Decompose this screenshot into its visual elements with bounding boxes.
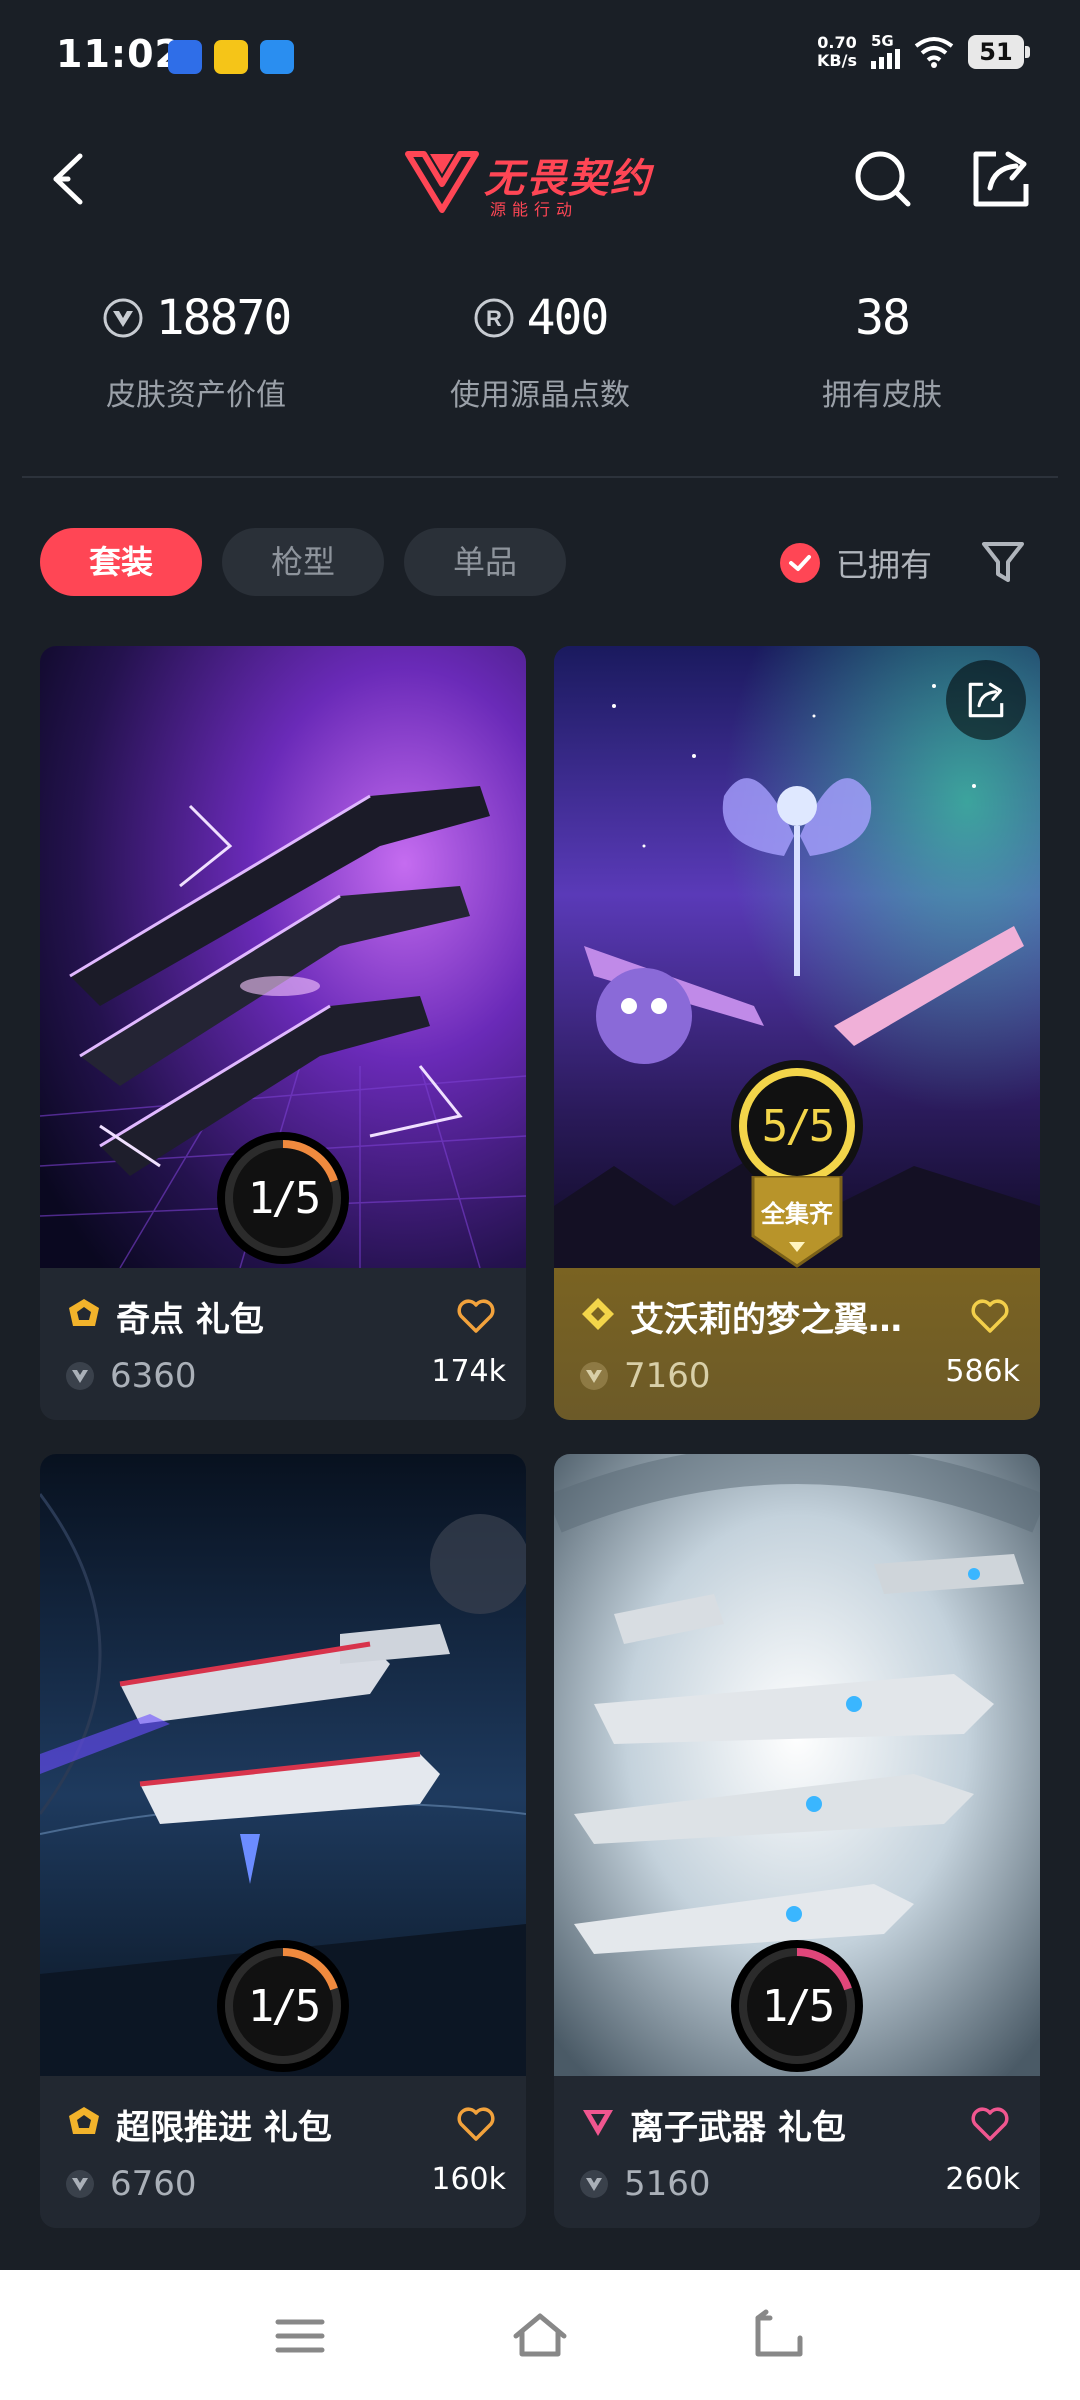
notification-icons [168, 40, 294, 74]
asset-stats: 18870 皮肤资产价值 R 400 使用源晶点数 38 拥有皮肤 [0, 280, 1080, 430]
tab-single-items[interactable]: 单品 [404, 528, 566, 596]
progress-text: 1/5 [247, 1980, 322, 2032]
share-icon[interactable] [966, 144, 1036, 214]
price-value: 6360 [110, 1356, 197, 1396]
menu-icon[interactable] [270, 2308, 330, 2364]
owned-label: 已拥有 [836, 546, 933, 584]
like-count: 586k [945, 1354, 1020, 1389]
heart-icon[interactable] [456, 2106, 496, 2142]
category-tabs: 套装 枪型 单品 [40, 528, 566, 596]
bundle-title: 艾沃莉的梦之翼… [630, 1300, 902, 1340]
net-speed-unit: KB/s [817, 51, 857, 70]
app-notification-icon [168, 40, 202, 74]
progress-text: 1/5 [761, 1980, 836, 2032]
status-bar: 11:02 0.70 KB/s 5G 51 [0, 0, 1080, 110]
progress-text: 5/5 [761, 1100, 836, 1152]
home-icon[interactable] [510, 2308, 570, 2364]
owned-toggle[interactable]: 已拥有 [780, 540, 932, 586]
price-value: 7160 [624, 1356, 711, 1396]
signal-icon: 5G [871, 32, 900, 69]
bundle-title: 离子武器 礼包 [630, 2108, 846, 2148]
heart-icon[interactable] [970, 1298, 1010, 1334]
bundle-title: 奇点 礼包 [116, 1300, 264, 1340]
search-icon[interactable] [848, 144, 918, 214]
complete-badge: 全集齐 [749, 1176, 845, 1272]
bundle-price: 6760 [64, 2164, 197, 2204]
stat-label: 皮肤资产价值 [106, 378, 286, 413]
tab-bundles[interactable]: 套装 [40, 528, 202, 596]
like-count: 174k [431, 1354, 506, 1389]
collection-progress-badge: 1/5 [217, 1940, 349, 2072]
back-nav-icon[interactable] [750, 2308, 810, 2364]
stat-value: 18870 [155, 290, 292, 346]
net-speed: 0.70 KB/s [817, 34, 857, 70]
valorant-logo-icon [405, 151, 479, 213]
stat-label: 使用源晶点数 [450, 378, 630, 413]
price-value: 6760 [110, 2164, 197, 2204]
status-indicators: 0.70 KB/s 5G 51 [817, 32, 1030, 70]
bundle-card[interactable]: 1/5 超限推进 礼包 6760 160k [40, 1454, 526, 2228]
stat-label: 拥有皮肤 [822, 378, 942, 413]
tier-premium-icon [583, 2110, 613, 2136]
like-count: 260k [945, 2162, 1020, 2197]
progress-text: 1/5 [247, 1172, 322, 1224]
card-footer: 奇点 礼包 6360 174k [40, 1268, 526, 1420]
filter-icon[interactable] [978, 538, 1028, 586]
back-icon[interactable] [40, 144, 110, 214]
network-type: 5G [871, 32, 894, 50]
heart-icon[interactable] [970, 2106, 1010, 2142]
card-footer: 超限推进 礼包 6760 160k [40, 2076, 526, 2228]
tab-weapon-types[interactable]: 枪型 [222, 528, 384, 596]
complete-label: 全集齐 [761, 1200, 833, 1228]
bundle-card[interactable]: 1/5 离子武器 礼包 5160 260k [554, 1454, 1040, 2228]
battery-icon: 51 [968, 35, 1030, 69]
collection-progress-badge: 5/5 [731, 1060, 863, 1192]
bundle-card[interactable]: 1/5 奇点 礼包 6360 174k [40, 646, 526, 1420]
status-time: 11:02 [56, 32, 182, 76]
vp-coin-icon [580, 2170, 608, 2198]
svg-text:R: R [486, 306, 502, 331]
like-count: 160k [431, 2162, 506, 2197]
divider [22, 476, 1058, 478]
card-footer: 离子武器 礼包 5160 260k [554, 2076, 1040, 2228]
vp-coin-icon [66, 2170, 94, 2198]
bundle-price: 7160 [578, 1356, 711, 1396]
logo-subtitle: 源能行动 [490, 200, 579, 219]
vp-coin-icon [66, 1362, 94, 1390]
app-notification-icon [260, 40, 294, 74]
bundle-price: 5160 [578, 2164, 711, 2204]
app-header: 无畏契约 源能行动 [0, 120, 1080, 240]
stat-value: 38 [855, 290, 911, 346]
stat-skin-value: 18870 皮肤资产价值 [26, 280, 366, 414]
app-notification-icon [214, 40, 248, 74]
tier-deluxe-icon [69, 1299, 99, 1326]
price-value: 5160 [624, 2164, 711, 2204]
app-logo: 无畏契约 源能行动 [402, 140, 682, 220]
stat-value: 400 [526, 290, 610, 346]
stat-radianite-used: R 400 使用源晶点数 [370, 280, 710, 414]
collection-progress-badge: 1/5 [217, 1132, 349, 1264]
net-speed-value: 0.70 [817, 33, 857, 52]
bundle-price: 6360 [64, 1356, 197, 1396]
vp-coin-icon [580, 1362, 608, 1390]
checkmark-icon[interactable] [780, 543, 820, 583]
radianite-icon: R [474, 298, 514, 338]
share-icon[interactable] [946, 660, 1026, 740]
tier-deluxe-icon [69, 2107, 99, 2134]
collection-progress-badge: 1/5 [731, 1940, 863, 2072]
vp-coin-icon [103, 298, 143, 338]
system-nav-bar [0, 2270, 1080, 2400]
wifi-icon [914, 37, 954, 68]
bundle-card[interactable]: 5/5 全集齐 艾沃莉的梦之翼… 7160 586k [554, 646, 1040, 1420]
card-footer: 艾沃莉的梦之翼… 7160 586k [554, 1268, 1040, 1420]
stat-owned-skins: 38 拥有皮肤 [712, 280, 1052, 414]
heart-icon[interactable] [456, 1298, 496, 1334]
tier-exclusive-icon [582, 1298, 614, 1330]
bundle-title: 超限推进 礼包 [116, 2108, 332, 2148]
